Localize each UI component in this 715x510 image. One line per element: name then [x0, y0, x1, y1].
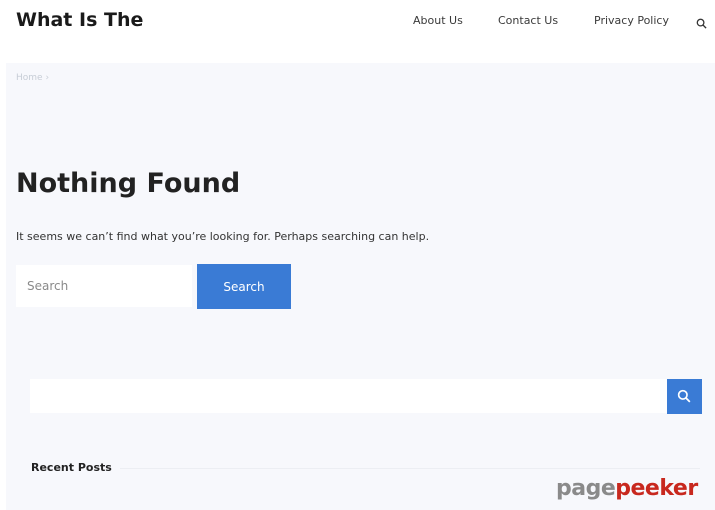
- search-input[interactable]: [16, 265, 192, 307]
- watermark-part2: peeker: [615, 476, 698, 501]
- divider: [120, 468, 700, 469]
- sidebar-search-button[interactable]: [667, 379, 702, 414]
- page-title: Nothing Found: [16, 168, 241, 199]
- site-title[interactable]: What Is The: [16, 9, 143, 31]
- no-results-message: It seems we can’t find what you’re looki…: [16, 230, 430, 243]
- sidebar-search-input[interactable]: [30, 379, 667, 413]
- search-icon[interactable]: [696, 14, 710, 29]
- recent-posts-title: Recent Posts: [31, 461, 112, 474]
- search-button[interactable]: Search: [197, 264, 291, 309]
- breadcrumb-separator: ›: [45, 73, 50, 83]
- watermark-part1: page: [556, 476, 616, 501]
- nav-about-us[interactable]: About Us: [413, 14, 463, 27]
- nav-privacy-policy[interactable]: Privacy Policy: [594, 14, 669, 27]
- breadcrumb: Home ›: [16, 73, 49, 83]
- pagepeeker-watermark: pagepeeker: [556, 476, 698, 501]
- search-icon: [677, 389, 691, 403]
- site-header: What Is The About Us Contact Us Privacy …: [0, 0, 715, 60]
- breadcrumb-home[interactable]: Home: [16, 73, 43, 83]
- nav-contact-us[interactable]: Contact Us: [498, 14, 558, 27]
